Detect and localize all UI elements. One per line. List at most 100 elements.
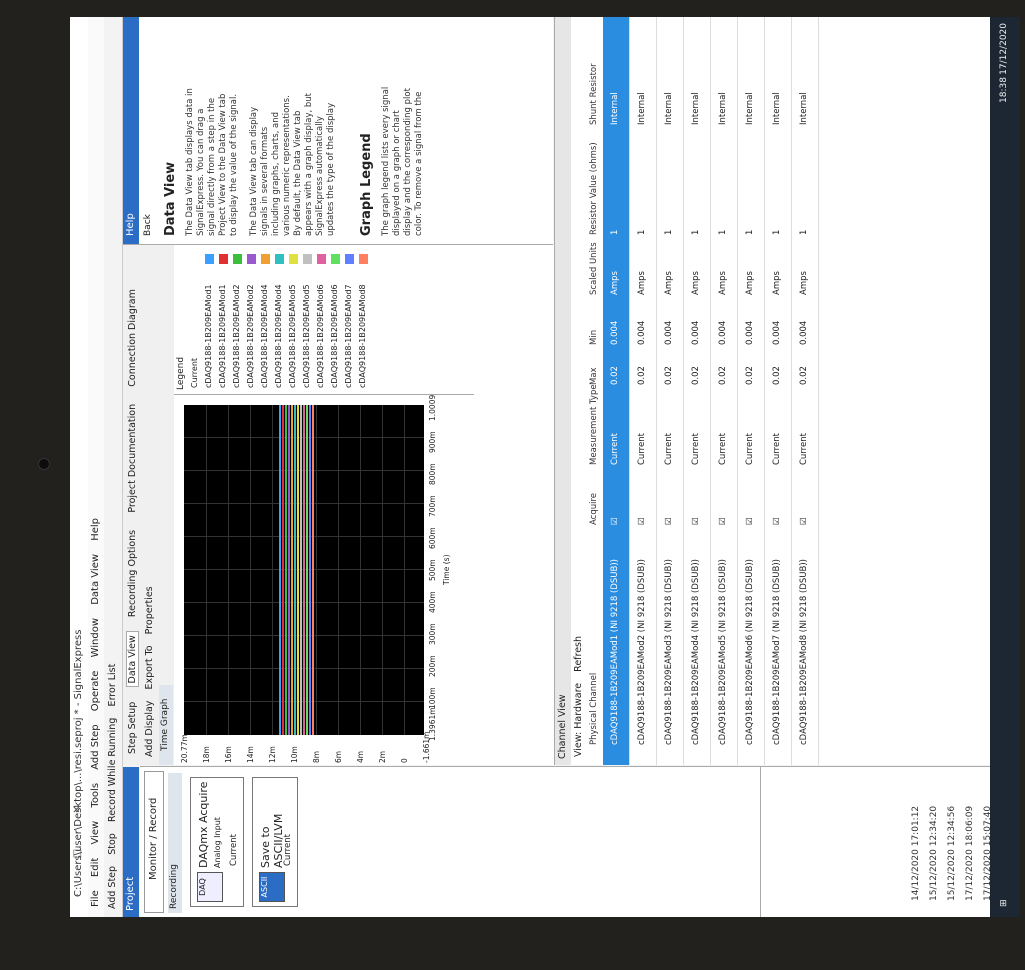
error-list-button[interactable]: Error List — [107, 664, 118, 707]
series-line — [294, 405, 296, 735]
tab-data-view[interactable]: Data View — [126, 631, 139, 688]
add-display-button[interactable]: Add Display — [144, 701, 155, 757]
menu-tools[interactable]: Tools — [90, 783, 101, 808]
daqmx-acquire-step[interactable]: DAQ DAQmx Acquire Analog Input Current — [190, 777, 244, 907]
channel-cell: 1 — [745, 229, 755, 235]
legend-item[interactable]: cDAQ9188-1B209EAMod7 — [344, 248, 356, 388]
project-panel: Monitor / Record Recording DAQ DAQmx Acq… — [140, 766, 760, 917]
tab-step-setup[interactable]: Step Setup — [127, 699, 138, 757]
column-header[interactable]: Max — [589, 367, 599, 385]
log-item[interactable]: 15/12/2020 12:34:20 — [929, 806, 939, 901]
help-heading-data-view: Data View — [163, 161, 178, 236]
y-tick-label: 10m — [290, 746, 299, 763]
channel-cell: 0.004 — [664, 320, 674, 345]
channel-row[interactable]: cDAQ9188-1B209EAMod3 (NI 9218 (DSUB)) ☑ Cu… — [657, 17, 684, 765]
tab-connection-diagram[interactable]: Connection Diagram — [127, 286, 138, 390]
tab-recording-options[interactable]: Recording Options — [127, 527, 138, 620]
x-tick-label: 900m — [428, 431, 437, 453]
channel-row[interactable]: cDAQ9188-1B209EAMod6 (NI 9218 (DSUB)) ☑ Cu… — [738, 17, 765, 765]
channel-cell[interactable]: ☑ — [664, 517, 674, 525]
tab-project-documentation[interactable]: Project Documentation — [127, 401, 138, 516]
legend-item[interactable]: cDAQ9188-1B209EAMod4 — [260, 248, 272, 388]
channel-cell: Current — [664, 433, 674, 465]
legend-swatch — [345, 254, 354, 264]
channel-row[interactable]: cDAQ9188-1B209EAMod1 (NI 9218 (DSUB)) ☑ Cu… — [603, 17, 630, 765]
channel-cell: 0.02 — [745, 366, 755, 385]
channel-cell[interactable]: ☑ — [745, 517, 755, 525]
menu-view[interactable]: View — [90, 821, 101, 845]
y-tick-label: 18m — [202, 746, 211, 763]
mode-select[interactable]: Monitor / Record — [144, 771, 164, 913]
record-while-running-button[interactable]: Record While Running — [107, 718, 118, 822]
channel-cell[interactable]: ☑ — [691, 517, 701, 525]
channel-cell[interactable]: ☑ — [718, 517, 728, 525]
legend-item[interactable]: cDAQ9188-1B209EAMod1 — [204, 248, 216, 388]
menu-add-step[interactable]: Add Step — [90, 724, 101, 769]
column-header[interactable]: Measurement Type — [589, 384, 599, 465]
channel-cell[interactable]: ☑ — [799, 517, 809, 525]
legend-item[interactable]: cDAQ9188-1B209EAMod6 — [316, 248, 328, 388]
channel-cell[interactable]: ☑ — [772, 517, 782, 525]
channel-row[interactable]: cDAQ9188-1B209EAMod8 (NI 9218 (DSUB)) ☑ Cu… — [792, 17, 819, 765]
column-header[interactable]: Acquire — [589, 493, 599, 525]
column-header[interactable]: Min — [589, 330, 599, 345]
start-button[interactable]: ⊞ — [999, 899, 1009, 907]
legend-item[interactable]: cDAQ9188-1B209EAMod5 — [302, 248, 314, 388]
channel-cell[interactable]: ☑ — [637, 517, 647, 525]
channel-row[interactable]: cDAQ9188-1B209EAMod5 (NI 9218 (DSUB)) ☑ Cu… — [711, 17, 738, 765]
channel-cell[interactable]: ☑ — [610, 517, 620, 525]
column-header[interactable]: Resistor Value (ohms) — [589, 142, 599, 235]
view-hardware-select[interactable]: View: Hardware — [573, 683, 584, 757]
properties-button[interactable]: Properties — [144, 586, 155, 634]
window-controls[interactable]: - □ ✕ — [72, 25, 83, 897]
menu-operate[interactable]: Operate — [90, 671, 101, 712]
column-header[interactable]: Shunt Resistor — [589, 63, 599, 125]
log-item[interactable]: 14/12/2020 17:01:12 — [911, 806, 921, 901]
channel-row[interactable]: cDAQ9188-1B209EAMod7 (NI 9218 (DSUB)) ☑ Cu… — [765, 17, 792, 765]
help-text-2: The Data View tab can display signals in… — [249, 93, 336, 236]
column-header[interactable]: Scaled Units — [589, 242, 599, 295]
step-channel: Current — [229, 834, 239, 866]
save-ascii-step[interactable]: ASCII Save to ASCII/LVM Current — [252, 777, 298, 907]
legend-item[interactable]: cDAQ9188-1B209EAMod6 — [330, 248, 342, 388]
y-tick-label: 20.77m — [180, 734, 189, 763]
back-button[interactable]: Back — [143, 214, 153, 236]
channel-row[interactable]: cDAQ9188-1B209EAMod2 (NI 9218 (DSUB)) ☑ Cu… — [630, 17, 657, 765]
menu-data-view[interactable]: Data View — [90, 554, 101, 605]
legend-item-label: cDAQ9188-1B209EAMod8 — [358, 284, 367, 388]
log-item[interactable]: 15/12/2020 12:34:56 — [947, 806, 957, 901]
legend-item[interactable]: cDAQ9188-1B209EAMod4 — [274, 248, 286, 388]
main-area: Step Setup Data View Recording Options P… — [123, 244, 554, 765]
menu-file[interactable]: File — [90, 890, 101, 907]
channel-cell: 1 — [772, 229, 782, 235]
legend-item-label: cDAQ9188-1B209EAMod5 — [302, 284, 311, 388]
stop-button[interactable]: Stop — [107, 833, 118, 855]
legend-swatch — [317, 254, 326, 264]
legend-item[interactable]: cDAQ9188-1B209EAMod1 — [218, 248, 230, 388]
refresh-button[interactable]: Refresh — [573, 636, 584, 672]
step-title: DAQmx Acquire — [197, 781, 210, 868]
column-header[interactable]: Physical Channel — [589, 673, 599, 745]
legend-item[interactable]: cDAQ9188-1B209EAMod2 — [232, 248, 244, 388]
menu-help[interactable]: Help — [90, 518, 101, 541]
legend-swatch — [247, 254, 256, 264]
legend-item[interactable]: cDAQ9188-1B209EAMod8 — [358, 248, 370, 388]
time-graph-tab[interactable]: Time Graph — [159, 685, 173, 765]
export-to-button[interactable]: Export To — [144, 645, 155, 689]
time-graph-plot[interactable] — [184, 405, 424, 735]
legend-item[interactable]: cDAQ9188-1B209EAMod5 — [288, 248, 300, 388]
menu-window[interactable]: Window — [90, 618, 101, 657]
menu-edit[interactable]: Edit — [90, 858, 101, 877]
legend-group[interactable]: Current — [190, 248, 202, 388]
step-title: Save to ASCII/LVM — [259, 813, 285, 868]
x-tick-label: 400m — [428, 591, 437, 613]
channel-row[interactable]: cDAQ9188-1B209EAMod4 (NI 9218 (DSUB)) ☑ Cu… — [684, 17, 711, 765]
log-item[interactable]: 17/12/2020 18:06:09 — [965, 806, 975, 901]
channel-cell: 0.004 — [718, 320, 728, 345]
channel-cell: 1 — [610, 229, 620, 235]
series-line — [309, 405, 311, 735]
add-step-button[interactable]: Add Step — [107, 866, 118, 909]
legend-item[interactable]: cDAQ9188-1B209EAMod2 — [246, 248, 258, 388]
legend-item-label: cDAQ9188-1B209EAMod4 — [274, 284, 283, 388]
x-tick-label: 700m — [428, 495, 437, 517]
